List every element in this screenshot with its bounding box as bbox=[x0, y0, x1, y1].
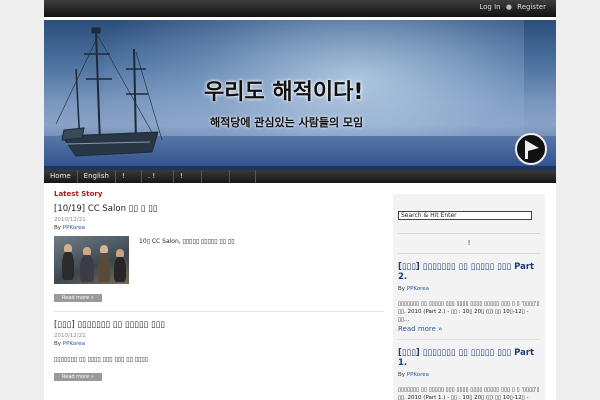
read-more-button[interactable]: Read more » bbox=[54, 373, 102, 381]
nav-home[interactable]: Home bbox=[44, 170, 78, 183]
sidebar-heading: ! bbox=[398, 233, 540, 254]
post-excerpt: ▯▯▯▯▯▯▯ ▯▯ ▯▯▯▯ ▯▯▯ ▯▯▯ ▯▯ ▯▯▯▯ bbox=[54, 356, 148, 363]
search-input[interactable] bbox=[398, 211, 532, 220]
author-link[interactable]: PPKorea bbox=[407, 372, 429, 378]
post-thumbnail[interactable] bbox=[54, 236, 129, 284]
pirate-party-logo-icon bbox=[515, 133, 547, 165]
sidebar-post-title[interactable]: [▯▯▯] ▯▯▯▯▯▯▯ ▯▯ ▯▯▯▯▯ ▯▯▯ Part 1. bbox=[398, 348, 540, 368]
register-link[interactable]: Register bbox=[517, 3, 546, 11]
sidebar-post: [▯▯▯] ▯▯▯▯▯▯▯ ▯▯ ▯▯▯▯▯ ▯▯▯ Part 1. By PP… bbox=[398, 340, 540, 400]
author-link[interactable]: PPKorea bbox=[63, 341, 85, 347]
post-excerpt: 10▯ CC Salon, ▯▯▯▯▯ ▯▯▯▯▯ ▯▯ ▯▯ bbox=[139, 238, 235, 245]
post-author-line: By PPKorea bbox=[54, 341, 86, 347]
page-container: Log In ● Register 우리도 해적이다! 해적당에 관심있는 사람… bbox=[44, 0, 556, 400]
post-date: 2010/12/21 bbox=[54, 333, 86, 339]
account-links: Log In ● Register bbox=[479, 3, 546, 11]
section-title: Latest Story bbox=[54, 190, 103, 198]
sidebar: ! [▯▯▯] ▯▯▯▯▯▯▯ ▯▯ ▯▯▯▯▯ ▯▯▯ Part 2. By … bbox=[393, 194, 545, 400]
nav-item-7[interactable] bbox=[230, 170, 256, 183]
sidebar-post-excerpt: ▯▯▯▯▯▯▯ ▯▯ ▯▯▯▯▯ ▯▯▯ ▯▯▯▯ ▯▯▯▯ ▯▯▯▯▯ ▯▯▯… bbox=[398, 387, 540, 400]
pirate-ship-icon bbox=[55, 27, 163, 157]
header-banner[interactable]: 우리도 해적이다! 해적당에 관심있는 사람들의 모임 bbox=[44, 20, 556, 170]
top-bar: Log In ● Register bbox=[44, 0, 556, 17]
post-title[interactable]: [▯▯▯] ▯▯▯▯▯▯▯ ▯▯ ▯▯▯▯▯ ▯▯▯ bbox=[54, 320, 384, 330]
main-content: Latest Story [10/19] CC Salon ▯▯ ▯ ▯▯ 20… bbox=[54, 190, 384, 398]
post-body: 10▯ CC Salon, ▯▯▯▯▯ ▯▯▯▯▯ ▯▯ ▯▯ bbox=[54, 236, 384, 284]
separator-dot-icon: ● bbox=[505, 3, 512, 11]
sidebar-read-more-link[interactable]: Read more » bbox=[398, 325, 540, 333]
post-item: [▯▯▯] ▯▯▯▯▯▯▯ ▯▯ ▯▯▯▯▯ ▯▯▯ 2010/12/21 By… bbox=[54, 320, 384, 390]
sidebar-post-excerpt: ▯▯▯▯▯▯▯ ▯▯ ▯▯▯▯▯ ▯▯▯ ▯▯▯▯ ▯▯▯▯ ▯▯▯▯▯ ▯▯▯… bbox=[398, 301, 540, 323]
post-date: 2010/12/21 bbox=[54, 217, 86, 223]
post-title[interactable]: [10/19] CC Salon ▯▯ ▯ ▯▯ bbox=[54, 204, 384, 214]
read-more-button[interactable]: Read more » bbox=[54, 294, 102, 302]
main-nav: Home English ! . ! ! bbox=[44, 170, 556, 183]
author-link[interactable]: PPKorea bbox=[407, 286, 429, 292]
post-author-line: By PPKorea bbox=[54, 225, 86, 231]
nav-english[interactable]: English bbox=[78, 170, 116, 183]
author-link[interactable]: PPKorea bbox=[63, 225, 85, 231]
sidebar-post: [▯▯▯] ▯▯▯▯▯▯▯ ▯▯ ▯▯▯▯▯ ▯▯▯ Part 2. By PP… bbox=[398, 254, 540, 340]
nav-item-3[interactable]: ! bbox=[116, 170, 142, 183]
site-description: 해적당에 관심있는 사람들의 모임 bbox=[210, 116, 364, 129]
login-link[interactable]: Log In bbox=[479, 3, 500, 11]
site-title[interactable]: 우리도 해적이다! bbox=[204, 74, 363, 106]
post-item: [10/19] CC Salon ▯▯ ▯ ▯▯ 2010/12/21 By P… bbox=[54, 204, 384, 312]
sidebar-post-title[interactable]: [▯▯▯] ▯▯▯▯▯▯▯ ▯▯ ▯▯▯▯▯ ▯▯▯ Part 2. bbox=[398, 262, 540, 282]
nav-item-5[interactable]: ! bbox=[174, 170, 202, 183]
nav-item-6[interactable] bbox=[202, 170, 230, 183]
sidebar-post-author: By PPKorea bbox=[398, 286, 430, 292]
nav-item-4[interactable]: . ! bbox=[142, 170, 174, 183]
sidebar-post-author: By PPKorea bbox=[398, 372, 430, 378]
